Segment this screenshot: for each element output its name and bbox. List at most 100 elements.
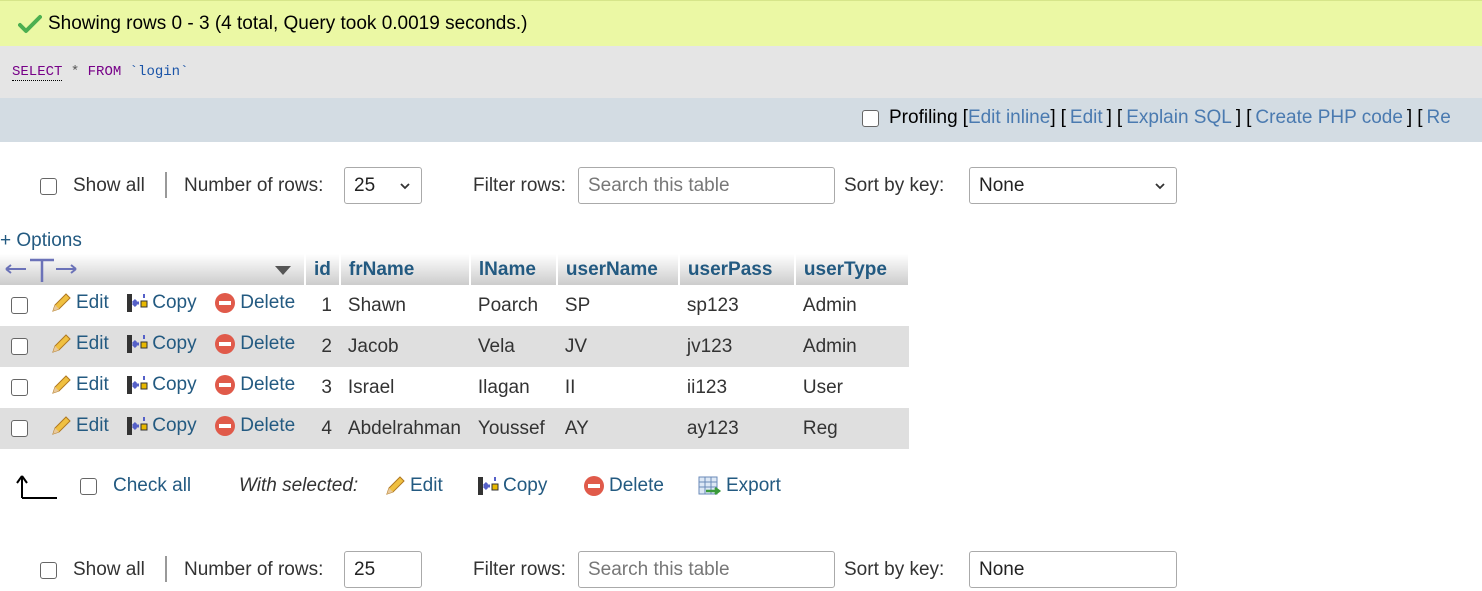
row-copy-button[interactable]: Copy	[126, 292, 197, 314]
cell-frname: Israel	[339, 367, 470, 408]
divider	[165, 172, 167, 198]
edit-link[interactable]: Edit	[1070, 107, 1103, 129]
row-checkbox[interactable]	[11, 378, 28, 396]
row-edit-button[interactable]: Edit	[50, 415, 109, 437]
sql-from: FROM	[87, 64, 122, 80]
cell-username: II	[556, 367, 679, 408]
create-php-code-link[interactable]: Create PHP code	[1255, 107, 1403, 129]
delete-icon	[584, 476, 604, 496]
table-navigation-top: Show all Number of rows: 25 Filter rows:…	[0, 167, 1482, 207]
sort-by-key-select[interactable]: None	[969, 167, 1177, 204]
cell-userpass: jv123	[678, 326, 795, 367]
cell-id: 1	[305, 285, 340, 326]
filter-rows-label: Filter rows:	[473, 175, 566, 196]
row-delete-button[interactable]: Delete	[214, 292, 295, 314]
num-rows-label: Number of rows:	[184, 175, 324, 196]
column-header-id[interactable]: id	[305, 254, 341, 285]
cell-userpass: ay123	[678, 408, 795, 449]
delete-icon	[215, 415, 236, 436]
pencil-icon	[52, 333, 71, 353]
sql-star: *	[70, 64, 80, 80]
cell-frname: Abdelrahman	[339, 408, 470, 449]
cell-userpass: ii123	[678, 367, 795, 408]
arrow-up-left-icon	[16, 475, 57, 499]
chevron-down-icon	[1155, 183, 1165, 190]
column-header-lname[interactable]: lName	[469, 254, 558, 285]
row-copy-button[interactable]: Copy	[126, 374, 197, 396]
row-edit-button[interactable]: Edit	[50, 333, 109, 355]
check-icon	[18, 14, 42, 33]
table-row: Edit Copy Delete 4 Abdelrahman Youssef AY ay123…	[0, 408, 909, 449]
row-delete-button[interactable]: Delete	[214, 415, 295, 437]
refresh-link[interactable]: Re	[1426, 107, 1450, 129]
delete-icon	[215, 292, 236, 313]
bulk-export-button[interactable]: Export	[698, 475, 781, 497]
check-all-link[interactable]: Check all	[113, 475, 191, 497]
column-header-frname[interactable]: frName	[339, 254, 471, 285]
filter-rows-input[interactable]: Search this table	[578, 167, 835, 204]
sort-by-key-label: Sort by key:	[844, 175, 945, 196]
row-checkbox[interactable]	[11, 337, 28, 355]
column-header-username[interactable]: userName	[556, 254, 680, 285]
num-rows-select-bottom[interactable]: 25	[344, 551, 422, 588]
pencil-icon	[386, 476, 405, 495]
table-row: Edit Copy Delete 2 Jacob Vela JV jv123 Admin	[0, 326, 909, 367]
profiling-label: Profiling	[889, 107, 958, 128]
cell-username: SP	[556, 285, 679, 326]
delete-icon	[215, 333, 236, 354]
explain-sql-link[interactable]: Explain SQL	[1126, 107, 1232, 129]
show-all-checkbox-bottom[interactable]	[40, 561, 57, 579]
column-header-usertype[interactable]: userType	[794, 254, 910, 285]
bulk-edit-button[interactable]: Edit	[384, 475, 443, 497]
bulk-copy-button[interactable]: Copy	[477, 475, 547, 497]
sql-table: `login`	[129, 64, 189, 80]
cell-usertype: Admin	[794, 285, 909, 326]
bulk-actions-bar: Check all With selected: Edit Copy Delet…	[0, 468, 900, 504]
copy-icon	[127, 416, 148, 435]
show-all-checkbox[interactable]	[40, 177, 57, 195]
row-copy-button[interactable]: Copy	[126, 415, 197, 437]
row-checkbox[interactable]	[11, 419, 28, 437]
row-copy-button[interactable]: Copy	[126, 333, 197, 355]
query-tools-bar: Profiling [Edit inline] [ Edit] [ Explai…	[0, 98, 1482, 142]
cell-userpass: sp123	[678, 285, 795, 326]
check-all-checkbox[interactable]	[80, 477, 97, 495]
column-header-userpass[interactable]: userPass	[678, 254, 796, 285]
cell-username: JV	[556, 326, 679, 367]
cell-usertype: User	[794, 367, 909, 408]
sql-select[interactable]: SELECT	[12, 64, 63, 81]
num-rows-select[interactable]: 25	[344, 167, 422, 204]
copy-icon	[127, 375, 148, 394]
sort-dropdown-icon[interactable]	[274, 264, 292, 276]
delete-icon	[215, 374, 236, 395]
table-row: Edit Copy Delete 3 Israel Ilagan II ii123 User	[0, 367, 909, 408]
cell-lname: Poarch	[469, 285, 557, 326]
options-toggle[interactable]: + Options	[0, 230, 82, 252]
pencil-icon	[52, 292, 71, 312]
status-text: Showing rows 0 - 3 (4 total, Query took …	[48, 12, 528, 34]
table-navigation-bottom: Show all Number of rows: 25 Filter rows:…	[0, 551, 1482, 591]
profiling-checkbox[interactable]	[862, 109, 879, 127]
row-edit-button[interactable]: Edit	[50, 292, 109, 314]
export-icon	[698, 476, 722, 495]
row-checkbox[interactable]	[11, 296, 28, 314]
column-resize-icon[interactable]	[4, 257, 80, 283]
table-header-row: id frName lName userName userPass userTy…	[0, 254, 910, 285]
copy-icon	[127, 334, 148, 353]
sql-query: SELECT * FROM `login`	[0, 46, 1482, 98]
cell-id: 3	[305, 367, 340, 408]
bulk-delete-button[interactable]: Delete	[583, 475, 664, 497]
row-edit-button[interactable]: Edit	[50, 374, 109, 396]
cell-usertype: Reg	[794, 408, 909, 449]
row-delete-button[interactable]: Delete	[214, 374, 295, 396]
with-selected-label: With selected:	[239, 475, 359, 496]
cell-id: 2	[305, 326, 340, 367]
row-delete-button[interactable]: Delete	[214, 333, 295, 355]
sort-by-key-select-bottom[interactable]: None	[969, 551, 1177, 588]
success-message: Showing rows 0 - 3 (4 total, Query took …	[0, 0, 1482, 46]
edit-inline-link[interactable]: Edit inline	[968, 107, 1050, 129]
divider	[165, 556, 167, 582]
cell-lname: Vela	[469, 326, 557, 367]
cell-lname: Ilagan	[469, 367, 557, 408]
filter-rows-input-bottom[interactable]: Search this table	[578, 551, 835, 588]
